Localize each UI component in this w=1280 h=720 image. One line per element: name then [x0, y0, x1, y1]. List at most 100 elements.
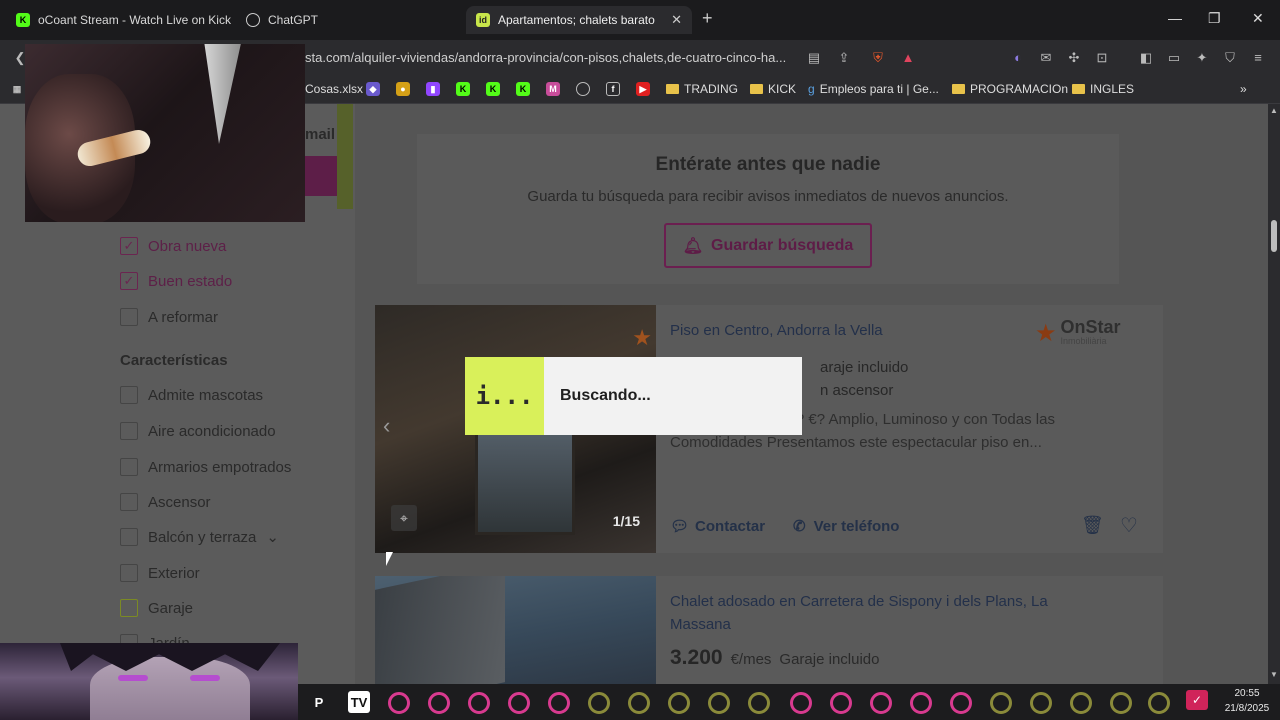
opera-icon[interactable] — [990, 692, 1012, 714]
opera-icon[interactable] — [830, 692, 852, 714]
opera-icon[interactable] — [388, 692, 410, 714]
twitch-icon[interactable]: ▮ — [426, 82, 440, 96]
feature-balcon-terraza[interactable]: Balcón y terraza ⌄ — [120, 528, 279, 546]
extension-icon[interactable]: ◐ — [1010, 50, 1026, 66]
youtube-icon[interactable]: ▶ — [636, 82, 650, 96]
checkbox-icon[interactable] — [120, 308, 138, 326]
opera-icon[interactable] — [790, 692, 812, 714]
bookmark-folder-trading[interactable]: TRADING — [666, 82, 738, 96]
opera-icon[interactable] — [1110, 692, 1132, 714]
chevron-down-icon[interactable]: ⌄ — [266, 528, 279, 546]
checkbox-icon[interactable] — [120, 422, 138, 440]
bookmark-cosas[interactable]: Cosas.xlsx — [305, 82, 363, 96]
opera-icon[interactable] — [870, 692, 892, 714]
chevron-left-icon[interactable]: ‹ — [383, 413, 390, 439]
bookmark-icon[interactable]: ● — [396, 82, 410, 96]
checkbox-icon[interactable] — [120, 458, 138, 476]
bookmark-folder-ingles[interactable]: INGLES — [1072, 82, 1134, 96]
trash-icon[interactable]: 🗑︎ — [1081, 515, 1104, 536]
email-alert-button[interactable] — [305, 156, 337, 196]
apps-grid-icon[interactable]: ▦ — [10, 82, 24, 96]
leo-ai-icon[interactable]: ✦ — [1194, 50, 1210, 66]
more-bookmarks-icon[interactable]: » — [1240, 82, 1247, 96]
listing-card[interactable]: Chalet adosado en Carretera de Sispony i… — [375, 576, 1163, 684]
listing-title[interactable]: Piso en Centro, Andorra la Vella — [670, 319, 883, 342]
opera-icon[interactable] — [468, 692, 490, 714]
bookmark-folder-kick[interactable]: KICK — [750, 82, 796, 96]
heart-icon[interactable]: ♡ — [1120, 513, 1138, 538]
tab-chatgpt[interactable]: ChatGPT — [236, 6, 456, 34]
downloads-icon[interactable]: ⊡ — [1094, 50, 1110, 66]
feature-garaje[interactable]: Garaje — [120, 599, 193, 617]
feature-ascensor[interactable]: Ascensor — [120, 493, 211, 511]
checkbox-icon[interactable] — [120, 564, 138, 582]
menu-icon[interactable]: ≡ — [1250, 50, 1266, 66]
system-clock[interactable]: 20:55 21/8/2025 — [1218, 686, 1276, 716]
extension-icon[interactable]: ✉ — [1038, 50, 1054, 66]
opera-icon[interactable] — [1030, 692, 1052, 714]
opera-icon[interactable] — [748, 692, 770, 714]
feature-exterior[interactable]: Exterior — [120, 564, 200, 582]
checkbox-checked-icon[interactable]: ✓ — [120, 237, 138, 255]
opera-icon[interactable] — [588, 692, 610, 714]
sidebar-toggle-icon[interactable]: ◧ — [1138, 50, 1154, 66]
brave-shield-icon[interactable]: ⛨ — [870, 50, 886, 66]
contact-button[interactable]: 💬︎ Contactar — [670, 517, 765, 536]
kick-icon[interactable]: K — [456, 82, 470, 96]
page-scrollbar[interactable]: ▲ ▼ — [1268, 104, 1280, 684]
opera-icon[interactable] — [1070, 692, 1092, 714]
share-icon[interactable]: ⇪ — [836, 50, 852, 66]
checkbox-icon[interactable] — [120, 493, 138, 511]
opera-icon[interactable] — [628, 692, 650, 714]
wallet-icon[interactable]: ▭ — [1166, 50, 1182, 66]
listing-photo[interactable] — [375, 576, 656, 684]
opera-icon[interactable] — [508, 692, 530, 714]
listing-title[interactable]: Chalet adosado en Carretera de Sispony i… — [670, 590, 1090, 636]
minimize-button[interactable]: — — [1168, 10, 1182, 26]
map-pin-icon[interactable]: ⌖ — [391, 505, 417, 531]
reader-icon[interactable]: ▤ — [806, 50, 822, 66]
close-window-button[interactable]: ✕ — [1252, 10, 1264, 27]
restore-button[interactable]: ❐ — [1208, 10, 1221, 27]
kick-icon[interactable]: K — [486, 82, 500, 96]
tab-idealista[interactable]: id Apartamentos; chalets baratos e ✕ — [466, 6, 692, 34]
scroll-down-icon[interactable]: ▼ — [1270, 670, 1278, 679]
bookmark-empleos[interactable]: g Empleos para ti | Ge... — [808, 82, 939, 96]
gmail-icon[interactable]: M — [546, 82, 560, 96]
filter-a-reformar[interactable]: A reformar — [120, 308, 218, 326]
checkbox-icon[interactable] — [120, 386, 138, 404]
opera-icon[interactable] — [548, 692, 570, 714]
opera-icon[interactable] — [950, 692, 972, 714]
kick-icon[interactable]: K — [516, 82, 530, 96]
url-field[interactable]: sta.com/alquiler-viviendas/andorra-provi… — [305, 50, 786, 65]
extensions-puzzle-icon[interactable]: ✣ — [1066, 50, 1082, 66]
checkbox-icon[interactable] — [120, 599, 138, 617]
filter-obra-nueva[interactable]: ✓ Obra nueva — [120, 237, 226, 255]
pocket-icon[interactable]: ✓ — [1186, 690, 1208, 710]
tradingview-icon[interactable]: TV — [348, 691, 370, 713]
feature-admite-mascotas[interactable]: Admite mascotas — [120, 386, 263, 404]
save-search-button[interactable]: 🔔︎ Guardar búsqueda — [664, 223, 872, 268]
opera-icon[interactable] — [428, 692, 450, 714]
opera-icon[interactable] — [910, 692, 932, 714]
scroll-up-icon[interactable]: ▲ — [1270, 106, 1278, 115]
bookmark-icon[interactable]: f — [606, 82, 620, 96]
tab-kick-stream[interactable]: K oCoant Stream - Watch Live on Kick — [6, 6, 234, 34]
filter-buen-estado[interactable]: ✓ Buen estado — [120, 272, 232, 290]
app-icon[interactable]: P — [308, 691, 330, 713]
chatgpt-icon[interactable] — [576, 82, 590, 96]
opera-icon[interactable] — [668, 692, 690, 714]
brave-rewards-icon[interactable]: ▲ — [900, 50, 916, 66]
bookmark-folder-programacion[interactable]: PROGRAMACIOn — [952, 82, 1068, 96]
vpn-icon[interactable]: ⛉ — [1222, 50, 1238, 66]
feature-aire-acondicionado[interactable]: Aire acondicionado — [120, 422, 276, 440]
checkbox-checked-icon[interactable]: ✓ — [120, 272, 138, 290]
close-tab-icon[interactable]: ✕ — [671, 12, 682, 28]
checkbox-icon[interactable] — [120, 528, 138, 546]
feature-armarios-empotrados[interactable]: Armarios empotrados — [120, 458, 291, 476]
show-phone-button[interactable]: ✆ Ver teléfono — [793, 517, 899, 536]
opera-icon[interactable] — [1148, 692, 1170, 714]
bookmark-copilot-icon[interactable]: ◆ — [366, 82, 380, 96]
scrollbar-thumb[interactable] — [1271, 220, 1277, 252]
new-tab-button[interactable]: + — [702, 8, 713, 29]
